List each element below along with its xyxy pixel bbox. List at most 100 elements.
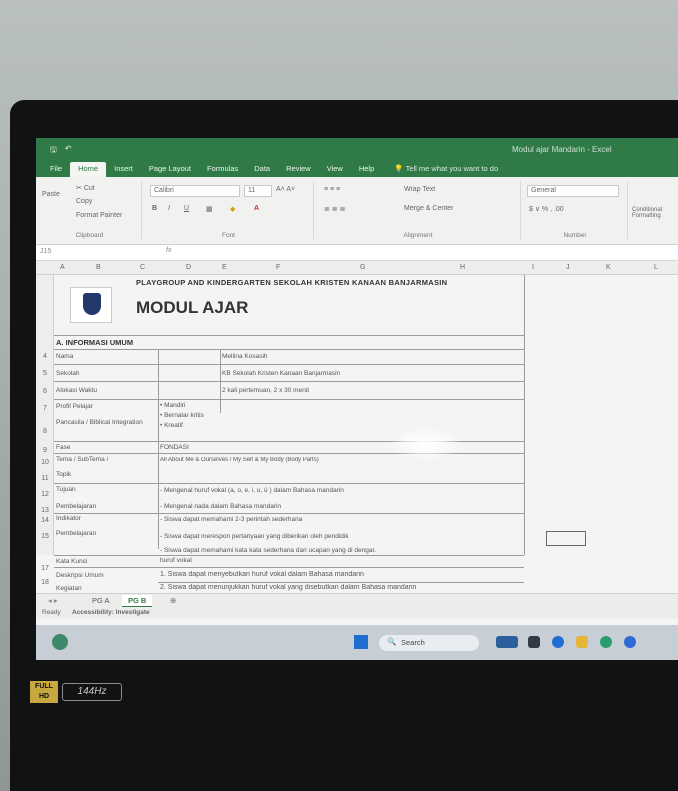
tab-data[interactable]: Data [246,162,278,177]
column-header[interactable]: K [606,264,611,271]
value-cell[interactable]: - Mengenal huruf vokal (a, o, e, i, u, ü… [160,487,344,494]
value-cell[interactable]: - Mengenal nada dalam Bahasa mandarin [160,503,281,510]
column-header[interactable]: B [96,264,101,271]
selected-cell[interactable] [546,531,586,546]
chat-icon[interactable] [552,636,564,648]
label-cell[interactable]: Profil Pelajar [56,403,93,410]
row-number[interactable]: 12 [36,491,54,498]
task-view-icon[interactable] [528,636,540,648]
tab-help[interactable]: Help [351,162,382,177]
column-header[interactable]: C [140,264,145,271]
value-cell[interactable]: • Mandiri [160,402,185,409]
number-format-select[interactable]: General [527,185,619,197]
value-cell[interactable]: - Siswa dapat merespon pertanyaan yang d… [160,533,349,540]
tab-review[interactable]: Review [278,162,319,177]
row-number[interactable]: 7 [36,405,54,412]
conditional-formatting-button[interactable]: Conditional Formatting [632,207,678,219]
row-number[interactable]: 8 [36,428,54,435]
column-header[interactable]: H [460,264,465,271]
label-cell[interactable]: Pancasila / Biblical Integration [56,419,154,426]
label-cell[interactable]: Sekolah [56,370,80,377]
label-cell[interactable]: Nama [56,353,73,360]
align-top-icon[interactable]: ≡ ≡ ≡ [324,186,340,193]
tab-formulas[interactable]: Formulas [199,162,246,177]
font-color-icon[interactable]: A [254,205,259,212]
label-cell[interactable]: Alokasi Waktu [56,387,97,394]
add-sheet-icon[interactable]: ⊕ [164,595,182,606]
fill-color-icon[interactable]: ◆ [230,205,235,213]
sheet-scroll-icon[interactable]: ◂ ▸ [42,595,64,606]
bold-button[interactable]: B [152,205,157,212]
row-number[interactable]: 10 [36,459,54,466]
save-icon[interactable]: 🖫 [50,144,57,158]
cut-button[interactable]: ✂ Cut [76,184,95,192]
value-cell[interactable]: - Siswa dapat memahami 2-3 perintah sede… [160,516,302,523]
font-grow-icon[interactable]: A˄ A˅ [276,186,295,193]
row-number[interactable]: 18 [36,579,54,586]
format-painter-button[interactable]: Format Painter [76,212,122,219]
column-header[interactable]: J [566,264,570,271]
label-cell[interactable]: Topik [56,471,71,478]
row-number[interactable]: 14 [36,517,54,524]
sheet-tab-pg-a[interactable]: PG A [86,595,116,606]
italic-button[interactable]: I [168,205,170,212]
row-number[interactable]: 15 [36,533,54,540]
merge-center-button[interactable]: Merge & Center [404,205,453,212]
column-header[interactable]: I [532,264,534,271]
tab-view[interactable]: View [319,162,351,177]
label-cell[interactable]: Tujuan [56,486,76,493]
column-header[interactable]: A [60,264,65,271]
folder-icon[interactable] [576,636,588,648]
app-icon[interactable] [496,636,518,648]
label-cell[interactable]: Kegiatan [56,585,82,592]
row-number[interactable]: 6 [36,388,54,395]
underline-button[interactable]: U [184,205,189,212]
worksheet-grid[interactable]: PLAYGROUP AND KINDERGARTEN SEKOLAH KRIST… [36,275,678,555]
paste-button[interactable]: Paste [42,191,60,198]
value-cell[interactable]: 2 kali pertemuan, 2 x 30 menit [222,387,309,394]
column-header[interactable]: L [654,264,658,271]
tab-home[interactable]: Home [70,162,107,177]
start-icon[interactable] [354,635,368,649]
value-cell[interactable]: - Siswa dapat memahami kata kata sederha… [160,547,376,554]
row-number[interactable]: 13 [36,507,54,514]
align-left-icon[interactable]: ≣ ≣ ≣ [324,205,346,213]
row-number[interactable]: 4 [36,353,54,360]
row-number[interactable]: 11 [36,475,54,482]
label-cell[interactable]: Pembelajaran [56,530,96,537]
name-box[interactable]: J15 [40,248,51,255]
label-cell[interactable]: Tema / SubTema / [56,456,108,463]
tell-me-search[interactable]: 💡 Tell me what you want to do [390,162,502,177]
row-number[interactable]: 17 [36,565,54,572]
value-cell[interactable]: KB Sekolah Kristen Kanaan Banjarmasin [222,370,340,377]
undo-icon[interactable]: ↶ [65,144,72,158]
copy-button[interactable]: Copy [76,198,92,205]
taskbar-search[interactable]: 🔍 Search [379,635,479,651]
accessibility-status[interactable]: Accessibility: Investigate [72,609,150,616]
value-cell[interactable]: All About Me & Ourselves / My Self & My … [160,457,319,463]
row-number[interactable]: 5 [36,370,54,377]
value-cell[interactable]: • Kreatif [160,422,183,429]
tab-file[interactable]: File [42,162,70,177]
percent-icon[interactable]: $ ∨ % , .00 [529,205,564,213]
label-cell[interactable]: Kata Kunci [56,558,87,565]
label-cell[interactable]: Deskripsi Umum [56,572,104,579]
column-header[interactable]: E [222,264,227,271]
browser-icon[interactable] [624,636,636,648]
value-cell[interactable]: huruf vokal [160,557,192,564]
font-name-select[interactable]: Calibri [150,185,240,197]
borders-icon[interactable]: ▦ [206,205,213,213]
label-cell[interactable]: Fase [56,444,70,451]
fx-icon[interactable]: fx [166,247,171,254]
tab-page-layout[interactable]: Page Layout [141,162,199,177]
column-header[interactable]: F [276,264,280,271]
tab-insert[interactable]: Insert [106,162,141,177]
column-header[interactable]: D [186,264,191,271]
value-cell[interactable]: • Bernalar kritis [160,412,204,419]
widgets-icon[interactable] [52,634,68,650]
whatsapp-icon[interactable] [600,636,612,648]
value-cell[interactable]: FONDASI [160,444,189,451]
value-cell[interactable]: Mellina Kosasih [222,353,268,360]
value-cell[interactable]: 2. Siswa dapat menunjukkan huruf vokal y… [160,584,416,591]
row-number[interactable]: 9 [36,447,54,454]
